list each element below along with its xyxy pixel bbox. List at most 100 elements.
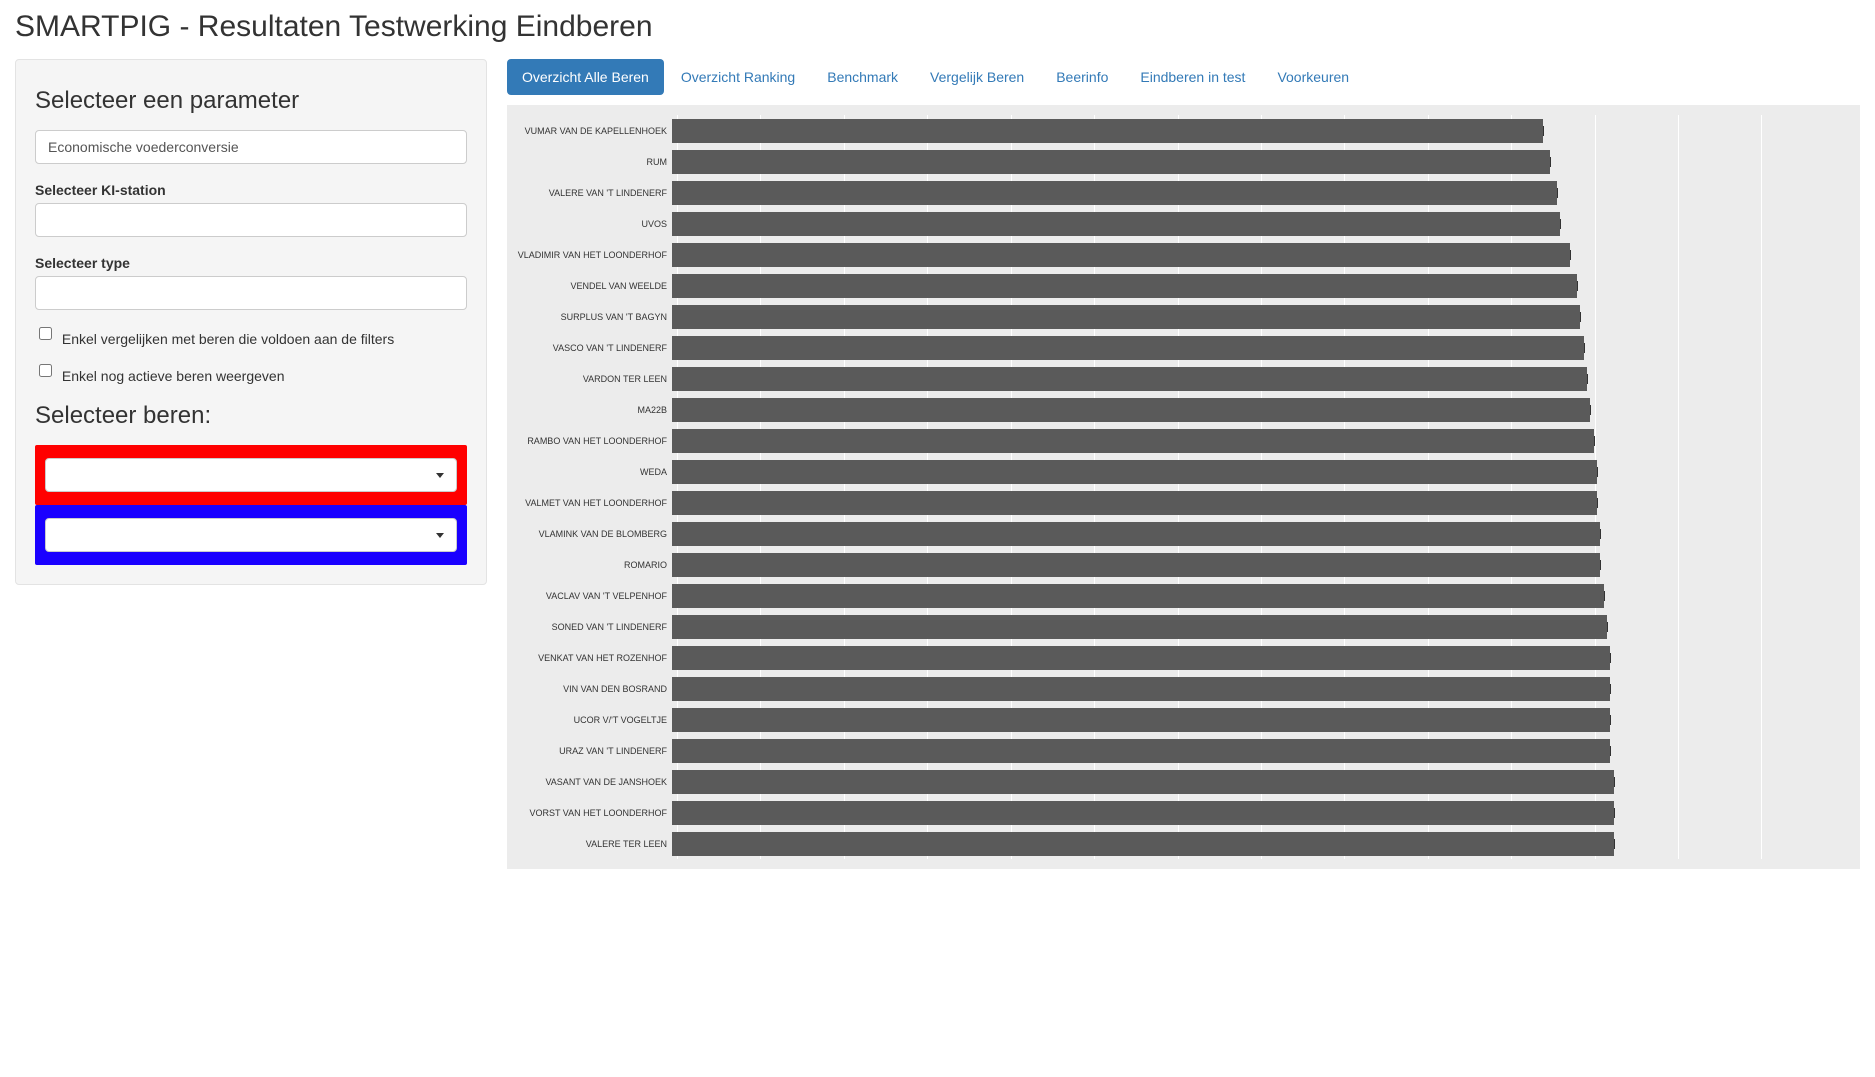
chart-bar-row: VIN VAN DEN BOSRAND — [507, 673, 1845, 704]
chart-bar — [672, 243, 1570, 267]
chart-bar-label: SURPLUS VAN 'T BAGYN — [507, 312, 672, 322]
chart-bar — [672, 181, 1557, 205]
chart-bar — [672, 646, 1610, 670]
chevron-down-icon — [436, 533, 444, 538]
beer-select-1-wrap — [35, 445, 467, 505]
chart-bar — [672, 212, 1560, 236]
ki-select[interactable] — [35, 203, 467, 237]
chart-bar-row: VASANT VAN DE JANSHOEK — [507, 766, 1845, 797]
chart-bar-label: VALMET VAN HET LOONDERHOF — [507, 498, 672, 508]
chart-bar — [672, 274, 1577, 298]
filter-checkbox-2-label: Enkel nog actieve beren weergeven — [62, 368, 285, 384]
chart-bar-row: VALMET VAN HET LOONDERHOF — [507, 487, 1845, 518]
chart-bar — [672, 801, 1614, 825]
chart-bar-label: VENDEL VAN WEELDE — [507, 281, 672, 291]
chart-bar-label: VLAMINK VAN DE BLOMBERG — [507, 529, 672, 539]
chart-bar-row: UVOS — [507, 208, 1845, 239]
chart-bar-row: VUMAR VAN DE KAPELLENHOEK — [507, 115, 1845, 146]
chart-bar-label: VUMAR VAN DE KAPELLENHOEK — [507, 126, 672, 136]
chart-bar-row: VENKAT VAN HET ROZENHOF — [507, 642, 1845, 673]
chart-bar-row: RAMBO VAN HET LOONDERHOF — [507, 425, 1845, 456]
chart-bar-label: VASCO VAN 'T LINDENERF — [507, 343, 672, 353]
chart-bar — [672, 367, 1587, 391]
chart-bar — [672, 522, 1600, 546]
chart-bar-row: WEDA — [507, 456, 1845, 487]
chart-bar — [672, 615, 1607, 639]
chart-bar-label: VACLAV VAN 'T VELPENHOF — [507, 591, 672, 601]
chart-bar-row: RUM — [507, 146, 1845, 177]
beer-select-2[interactable] — [45, 518, 457, 552]
chart-bar-label: UCOR V/'T VOGELTJE — [507, 715, 672, 725]
tab-eindberen-in-test[interactable]: Eindberen in test — [1125, 59, 1260, 95]
filter-checkbox-1[interactable]: Enkel vergelijken met beren die voldoen … — [35, 331, 394, 347]
chart-bar — [672, 832, 1614, 856]
chart-bar — [672, 677, 1610, 701]
tab-overzicht-ranking[interactable]: Overzicht Ranking — [666, 59, 810, 95]
chart-bar-label: UVOS — [507, 219, 672, 229]
tab-overzicht-alle-beren[interactable]: Overzicht Alle Beren — [507, 59, 664, 95]
chart-bar-row: VLAMINK VAN DE BLOMBERG — [507, 518, 1845, 549]
chart-bar-label: ROMARIO — [507, 560, 672, 570]
chart-bar — [672, 305, 1580, 329]
chart-bar-label: VIN VAN DEN BOSRAND — [507, 684, 672, 694]
chart-bar — [672, 739, 1610, 763]
chart-bar — [672, 770, 1614, 794]
chart-bar-row: UCOR V/'T VOGELTJE — [507, 704, 1845, 735]
chart-bar-label: VORST VAN HET LOONDERHOF — [507, 808, 672, 818]
filter-checkbox-1-input[interactable] — [39, 327, 52, 340]
chart-bar-row: VACLAV VAN 'T VELPENHOF — [507, 580, 1845, 611]
chart-bar — [672, 119, 1543, 143]
filter-checkbox-1-label: Enkel vergelijken met beren die voldoen … — [62, 331, 394, 347]
tab-beerinfo[interactable]: Beerinfo — [1041, 59, 1123, 95]
chart-bar-label: MA22B — [507, 405, 672, 415]
chart-bar-label: RAMBO VAN HET LOONDERHOF — [507, 436, 672, 446]
type-select[interactable] — [35, 276, 467, 310]
chart-bar-row: VLADIMIR VAN HET LOONDERHOF — [507, 239, 1845, 270]
chart-bar-row: VALERE TER LEEN — [507, 828, 1845, 859]
tab-voorkeuren[interactable]: Voorkeuren — [1262, 59, 1364, 95]
beer-select-2-wrap — [35, 505, 467, 565]
chart-bar-label: VLADIMIR VAN HET LOONDERHOF — [507, 250, 672, 260]
chart-bar-label: VASANT VAN DE JANSHOEK — [507, 777, 672, 787]
tab-bar: Overzicht Alle BerenOverzicht RankingBen… — [507, 59, 1860, 95]
chart-bar-row: SONED VAN 'T LINDENERF — [507, 611, 1845, 642]
chart-bar-label: VENKAT VAN HET ROZENHOF — [507, 653, 672, 663]
chart-bar — [672, 553, 1600, 577]
chart-bar-label: URAZ VAN 'T LINDENERF — [507, 746, 672, 756]
filter-checkbox-2[interactable]: Enkel nog actieve beren weergeven — [35, 368, 284, 384]
chart-bar-row: VENDEL VAN WEELDE — [507, 270, 1845, 301]
tab-benchmark[interactable]: Benchmark — [812, 59, 913, 95]
ki-label: Selecteer KI-station — [35, 182, 467, 198]
chart-bar-label: VALERE VAN 'T LINDENERF — [507, 188, 672, 198]
param-select[interactable] — [35, 130, 467, 164]
tab-vergelijk-beren[interactable]: Vergelijk Beren — [915, 59, 1039, 95]
chart-bar — [672, 460, 1597, 484]
chart-bar-label: RUM — [507, 157, 672, 167]
chart-bar — [672, 336, 1584, 360]
chart-plot-area: VUMAR VAN DE KAPELLENHOEK RUM VALERE VAN '… — [507, 105, 1860, 869]
chart-bar — [672, 584, 1604, 608]
type-label: Selecteer type — [35, 255, 467, 271]
chart-bar-label: VARDON TER LEEN — [507, 374, 672, 384]
page-title: SMARTPIG - Resultaten Testwerking Eindbe… — [15, 10, 1860, 44]
chart-bar-row: VARDON TER LEEN — [507, 363, 1845, 394]
chart-bar — [672, 398, 1590, 422]
beer-select-1[interactable] — [45, 458, 457, 492]
chart-bar-label: VALERE TER LEEN — [507, 839, 672, 849]
chart-bar-row: URAZ VAN 'T LINDENERF — [507, 735, 1845, 766]
filter-checkbox-2-input[interactable] — [39, 364, 52, 377]
chart-bar-label: WEDA — [507, 467, 672, 477]
chart-bar — [672, 491, 1597, 515]
chart-bar — [672, 150, 1550, 174]
chart-bar-row: VALERE VAN 'T LINDENERF — [507, 177, 1845, 208]
chart-bar-row: VASCO VAN 'T LINDENERF — [507, 332, 1845, 363]
chart-bar-row: SURPLUS VAN 'T BAGYN — [507, 301, 1845, 332]
chart-bar-row: MA22B — [507, 394, 1845, 425]
sidebar-panel: Selecteer een parameter Selecteer KI-sta… — [15, 59, 487, 585]
chevron-down-icon — [436, 473, 444, 478]
chart-bar-label: SONED VAN 'T LINDENERF — [507, 622, 672, 632]
beren-heading: Selecteer beren: — [35, 402, 467, 430]
chart-bar — [672, 708, 1610, 732]
chart-bar — [672, 429, 1594, 453]
chart-bar-row: VORST VAN HET LOONDERHOF — [507, 797, 1845, 828]
